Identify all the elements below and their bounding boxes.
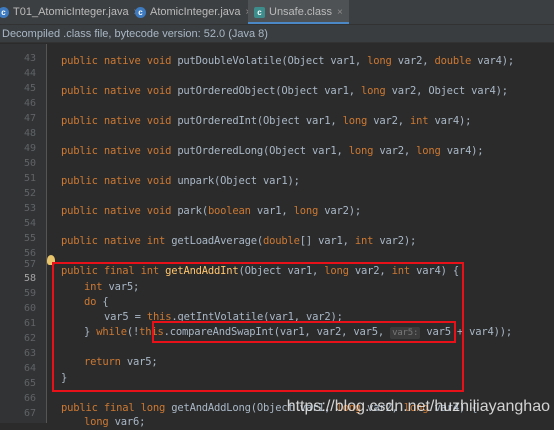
watermark: https://blog.csdn.net/huzhiliayanghao	[286, 398, 550, 415]
cas-call-highlight-box	[152, 321, 456, 343]
code-line: public native void unpark(Object var1);	[61, 175, 300, 187]
code-line: public native int getLoadAverage(double[…	[61, 235, 417, 247]
code-line: public native void putOrderedInt(Object …	[61, 115, 472, 127]
code-line: public native void putOrderedLong(Object…	[61, 145, 484, 157]
code-line: public native void park(boolean var1, lo…	[61, 205, 362, 217]
code-line: public native void putOrderedObject(Obje…	[61, 85, 508, 97]
code-line: public native void putDoubleVolatile(Obj…	[61, 55, 515, 67]
